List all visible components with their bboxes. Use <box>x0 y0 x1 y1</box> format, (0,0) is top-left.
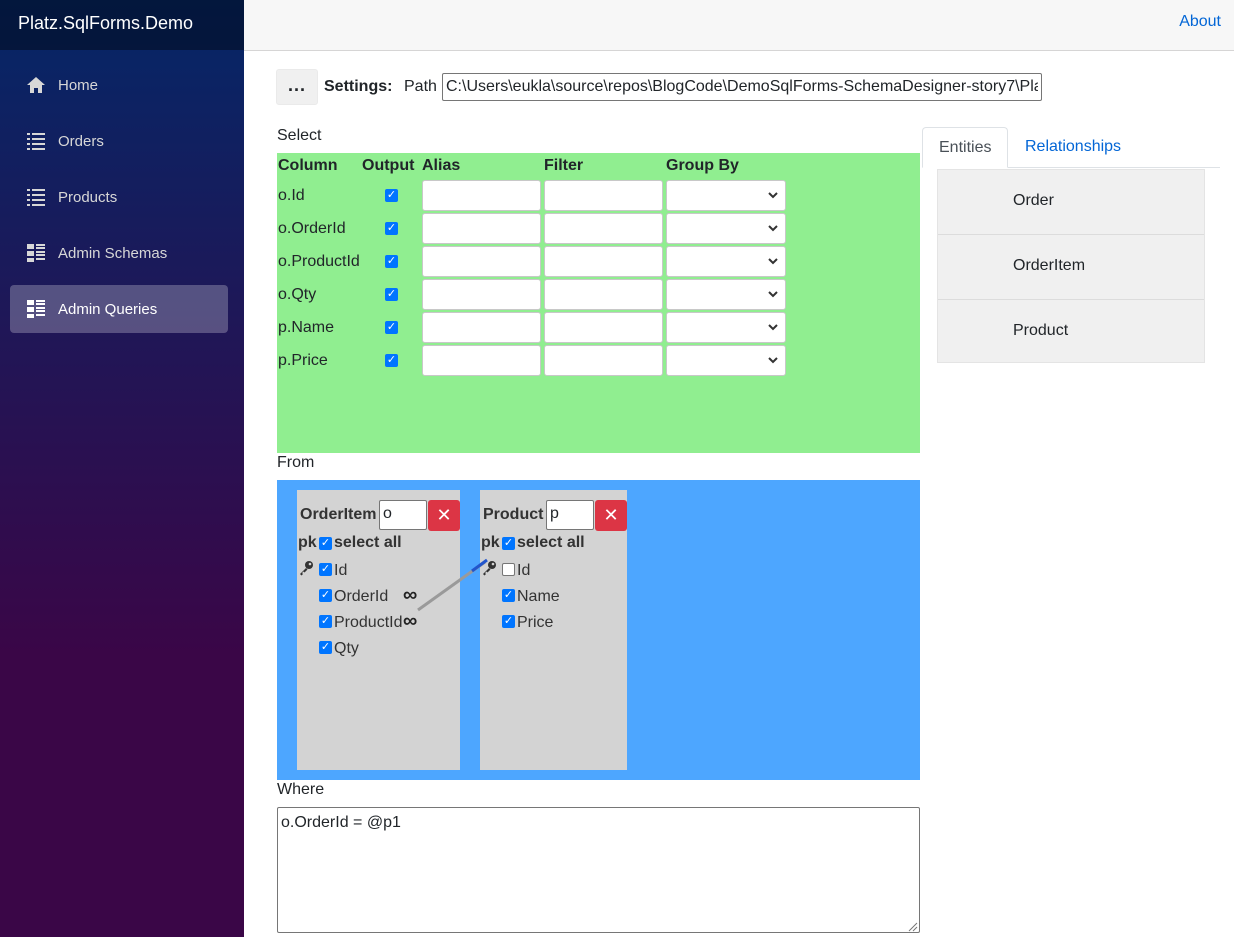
sidebar-item-home[interactable]: Home <box>10 61 228 109</box>
list-item[interactable]: Product <box>938 300 1204 365</box>
output-checkbox[interactable]: ✓ <box>385 288 398 301</box>
select-row: p.Name ✓ <box>277 312 920 345</box>
home-icon <box>26 75 46 95</box>
tab-entities[interactable]: Entities <box>922 127 1008 168</box>
alias-input[interactable] <box>422 312 541 343</box>
select-panel: Column Output Alias Filter Group By o.Id… <box>277 153 920 453</box>
chevron-down-icon <box>768 192 778 199</box>
output-header: Output <box>362 157 415 174</box>
filter-header: Filter <box>544 157 584 174</box>
where-section-label: Where <box>277 781 325 798</box>
select-row: o.Id ✓ <box>277 180 920 213</box>
view-list-icon <box>26 243 46 263</box>
filter-input[interactable] <box>544 279 663 310</box>
output-checkbox[interactable]: ✓ <box>385 255 398 268</box>
output-checkbox[interactable]: ✓ <box>385 189 398 202</box>
path-label: Path <box>404 78 437 95</box>
group-by-select[interactable] <box>666 246 786 277</box>
alias-input[interactable] <box>422 246 541 277</box>
select-row: p.Price ✓ <box>277 345 920 378</box>
sidebar-item-admin-schemas[interactable]: Admin Schemas <box>10 229 228 277</box>
alias-input[interactable] <box>422 345 541 376</box>
brand-title[interactable]: Platz.SqlForms.Demo <box>0 0 244 50</box>
group-by-select[interactable] <box>666 279 786 310</box>
list-icon <box>26 187 46 207</box>
select-row: o.ProductId ✓ <box>277 246 920 279</box>
top-bar: About <box>244 0 1234 51</box>
entity-list: Order OrderItem Product <box>937 169 1205 363</box>
column-name: o.Id <box>278 187 305 204</box>
sidebar-item-label: Home <box>58 76 99 94</box>
output-checkbox[interactable]: ✓ <box>385 321 398 334</box>
column-name: p.Name <box>278 319 335 336</box>
from-panel: OrderItem o ✕ pk ✓ select all ✓ Id ✓ Ord… <box>277 480 920 780</box>
sidebar-item-label: Orders <box>58 132 104 150</box>
alias-header: Alias <box>422 157 461 174</box>
tab-bar: Entities Relationships <box>922 127 1220 168</box>
column-name: p.Price <box>278 352 328 369</box>
select-row: o.OrderId ✓ <box>277 213 920 246</box>
group-by-select[interactable] <box>666 180 786 211</box>
group-by-header: Group By <box>666 157 739 174</box>
tab-relationships[interactable]: Relationships <box>1009 127 1137 168</box>
filter-input[interactable] <box>544 246 663 277</box>
view-list-icon <box>26 299 46 319</box>
from-section-label: From <box>277 454 315 471</box>
select-section-label: Select <box>277 127 322 144</box>
settings-label: Settings: <box>324 78 393 95</box>
group-by-select[interactable] <box>666 345 786 376</box>
sidebar-item-orders[interactable]: Orders <box>10 117 228 165</box>
sidebar-item-label: Admin Schemas <box>58 244 168 262</box>
sidebar-item-products[interactable]: Products <box>10 173 228 221</box>
column-name: o.Qty <box>278 286 317 303</box>
filter-input[interactable] <box>544 180 663 211</box>
sidebar-item-label: Admin Queries <box>58 300 158 318</box>
nav-menu: Home Orders Products Admin Schemas Admin… <box>0 50 244 333</box>
list-icon <box>26 131 46 151</box>
chevron-down-icon <box>768 357 778 364</box>
alias-input[interactable] <box>422 213 541 244</box>
list-item[interactable]: Order <box>938 170 1204 235</box>
output-checkbox[interactable]: ✓ <box>385 222 398 235</box>
list-item[interactable]: OrderItem <box>938 235 1204 300</box>
sidebar-item-admin-queries[interactable]: Admin Queries <box>10 285 228 333</box>
relationship-line <box>417 558 488 612</box>
alias-input[interactable] <box>422 180 541 211</box>
output-checkbox[interactable]: ✓ <box>385 354 398 367</box>
alias-input[interactable] <box>422 279 541 310</box>
sidebar-item-label: Products <box>58 188 118 206</box>
chevron-down-icon <box>768 225 778 232</box>
path-input[interactable] <box>442 73 1042 101</box>
chevron-down-icon <box>768 324 778 331</box>
settings-menu-button[interactable]: ... <box>276 69 318 105</box>
sidebar: Platz.SqlForms.Demo Home Orders Products… <box>0 0 244 937</box>
chevron-down-icon <box>768 258 778 265</box>
column-name: o.OrderId <box>278 220 346 237</box>
select-row: o.Qty ✓ <box>277 279 920 312</box>
filter-input[interactable] <box>544 213 663 244</box>
about-link[interactable]: About <box>1179 13 1221 31</box>
column-header: Column <box>278 157 338 174</box>
where-textarea[interactable]: o.OrderId = @p1 <box>277 807 920 933</box>
filter-input[interactable] <box>544 345 663 376</box>
column-name: o.ProductId <box>278 253 360 270</box>
group-by-select[interactable] <box>666 312 786 343</box>
group-by-select[interactable] <box>666 213 786 244</box>
chevron-down-icon <box>768 291 778 298</box>
resize-grip-icon[interactable] <box>908 922 918 932</box>
filter-input[interactable] <box>544 312 663 343</box>
